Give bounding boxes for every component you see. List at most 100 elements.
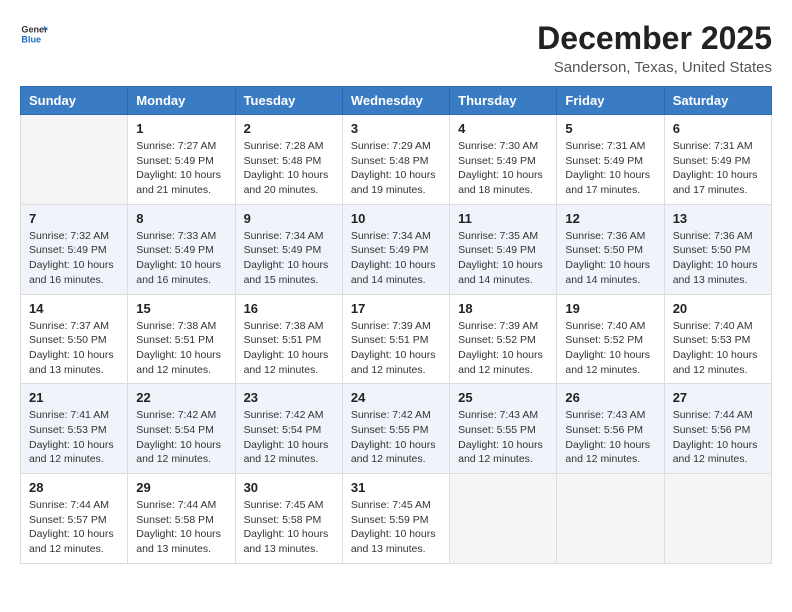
day-number: 24 [351,390,441,405]
page-header: General Blue December 2025 Sanderson, Te… [20,20,772,76]
day-number: 25 [458,390,548,405]
day-cell: 9 Sunrise: 7:34 AM Sunset: 5:49 PM Daylig… [235,204,342,294]
day-number: 5 [565,121,655,136]
day-cell [21,115,128,205]
col-header-tuesday: Tuesday [235,87,342,115]
day-cell: 19 Sunrise: 7:40 AM Sunset: 5:52 PM Dayli… [557,294,664,384]
day-number: 12 [565,211,655,226]
svg-text:Blue: Blue [21,34,41,44]
week-row-1: 1 Sunrise: 7:27 AM Sunset: 5:49 PM Daylig… [21,115,772,205]
calendar-subtitle: Sanderson, Texas, United States [537,59,772,76]
week-row-3: 14Sunrise: 7:37 AM Sunset: 5:50 PM Dayli… [21,294,772,384]
day-number: 9 [244,211,334,226]
day-info: Sunrise: 7:38 AM Sunset: 5:51 PM Dayligh… [136,319,226,378]
day-info: Sunrise: 7:30 AM Sunset: 5:49 PM Dayligh… [458,139,548,198]
day-info: Sunrise: 7:35 AM Sunset: 5:49 PM Dayligh… [458,229,548,288]
day-cell: 28 Sunrise: 7:44 AM Sunset: 5:57 PM Dayli… [21,474,128,564]
day-info: Sunrise: 7:28 AM Sunset: 5:48 PM Dayligh… [244,139,334,198]
day-info: Sunrise: 7:31 AM Sunset: 5:49 PM Dayligh… [565,139,655,198]
day-cell: 30 Sunrise: 7:45 AM Sunset: 5:58 PM Dayli… [235,474,342,564]
day-info: Sunrise: 7:37 AM Sunset: 5:50 PM Dayligh… [29,319,119,378]
day-number: 27 [673,390,763,405]
day-info: Sunrise: 7:39 AM Sunset: 5:52 PM Dayligh… [458,319,548,378]
day-cell: 20 Sunrise: 7:40 AM Sunset: 5:53 PM Dayli… [664,294,771,384]
day-number: 17 [351,301,441,316]
day-number: 22 [136,390,226,405]
day-number: 30 [244,480,334,495]
day-cell [557,474,664,564]
day-number: 31 [351,480,441,495]
header-row: SundayMondayTuesdayWednesdayThursdayFrid… [21,87,772,115]
day-cell: 4 Sunrise: 7:30 AM Sunset: 5:49 PM Daylig… [450,115,557,205]
day-cell: 7 Sunrise: 7:32 AM Sunset: 5:49 PM Daylig… [21,204,128,294]
day-number: 23 [244,390,334,405]
day-cell: 15 Sunrise: 7:38 AM Sunset: 5:51 PM Dayli… [128,294,235,384]
day-info: Sunrise: 7:36 AM Sunset: 5:50 PM Dayligh… [673,229,763,288]
day-number: 7 [29,211,119,226]
day-number: 28 [29,480,119,495]
day-cell: 24Sunrise: 7:42 AM Sunset: 5:55 PM Dayli… [342,384,449,474]
day-number: 16 [244,301,334,316]
day-cell: 8Sunrise: 7:33 AM Sunset: 5:49 PM Daylig… [128,204,235,294]
day-info: Sunrise: 7:27 AM Sunset: 5:49 PM Dayligh… [136,139,226,198]
day-info: Sunrise: 7:42 AM Sunset: 5:54 PM Dayligh… [136,408,226,467]
day-info: Sunrise: 7:29 AM Sunset: 5:48 PM Dayligh… [351,139,441,198]
day-number: 1 [136,121,226,136]
day-number: 11 [458,211,548,226]
day-number: 19 [565,301,655,316]
day-number: 13 [673,211,763,226]
day-info: Sunrise: 7:33 AM Sunset: 5:49 PM Dayligh… [136,229,226,288]
day-info: Sunrise: 7:44 AM Sunset: 5:56 PM Dayligh… [673,408,763,467]
day-info: Sunrise: 7:41 AM Sunset: 5:53 PM Dayligh… [29,408,119,467]
day-cell: 13 Sunrise: 7:36 AM Sunset: 5:50 PM Dayli… [664,204,771,294]
day-cell: 11 Sunrise: 7:35 AM Sunset: 5:49 PM Dayli… [450,204,557,294]
day-number: 3 [351,121,441,136]
title-area: December 2025 Sanderson, Texas, United S… [537,20,772,76]
day-number: 15 [136,301,226,316]
col-header-friday: Friday [557,87,664,115]
day-info: Sunrise: 7:32 AM Sunset: 5:49 PM Dayligh… [29,229,119,288]
day-cell: 27 Sunrise: 7:44 AM Sunset: 5:56 PM Dayli… [664,384,771,474]
calendar-table: SundayMondayTuesdayWednesdayThursdayFrid… [20,86,772,564]
day-cell: 21 Sunrise: 7:41 AM Sunset: 5:53 PM Dayli… [21,384,128,474]
week-row-2: 7 Sunrise: 7:32 AM Sunset: 5:49 PM Daylig… [21,204,772,294]
logo: General Blue [20,20,48,48]
day-number: 21 [29,390,119,405]
day-cell: 22 Sunrise: 7:42 AM Sunset: 5:54 PM Dayli… [128,384,235,474]
week-row-5: 28 Sunrise: 7:44 AM Sunset: 5:57 PM Dayli… [21,474,772,564]
day-info: Sunrise: 7:40 AM Sunset: 5:52 PM Dayligh… [565,319,655,378]
day-info: Sunrise: 7:43 AM Sunset: 5:55 PM Dayligh… [458,408,548,467]
day-cell [664,474,771,564]
day-info: Sunrise: 7:44 AM Sunset: 5:58 PM Dayligh… [136,498,226,557]
day-cell: 3 Sunrise: 7:29 AM Sunset: 5:48 PM Daylig… [342,115,449,205]
day-info: Sunrise: 7:40 AM Sunset: 5:53 PM Dayligh… [673,319,763,378]
day-cell: 23 Sunrise: 7:42 AM Sunset: 5:54 PM Dayli… [235,384,342,474]
col-header-thursday: Thursday [450,87,557,115]
day-number: 6 [673,121,763,136]
col-header-wednesday: Wednesday [342,87,449,115]
day-info: Sunrise: 7:45 AM Sunset: 5:59 PM Dayligh… [351,498,441,557]
day-cell: 16 Sunrise: 7:38 AM Sunset: 5:51 PM Dayli… [235,294,342,384]
logo-icon: General Blue [20,20,48,48]
col-header-sunday: Sunday [21,87,128,115]
day-cell: 18Sunrise: 7:39 AM Sunset: 5:52 PM Dayli… [450,294,557,384]
day-cell: 14Sunrise: 7:37 AM Sunset: 5:50 PM Dayli… [21,294,128,384]
week-row-4: 21 Sunrise: 7:41 AM Sunset: 5:53 PM Dayli… [21,384,772,474]
day-info: Sunrise: 7:44 AM Sunset: 5:57 PM Dayligh… [29,498,119,557]
day-number: 20 [673,301,763,316]
day-info: Sunrise: 7:42 AM Sunset: 5:54 PM Dayligh… [244,408,334,467]
day-info: Sunrise: 7:38 AM Sunset: 5:51 PM Dayligh… [244,319,334,378]
day-cell: 10Sunrise: 7:34 AM Sunset: 5:49 PM Dayli… [342,204,449,294]
day-info: Sunrise: 7:31 AM Sunset: 5:49 PM Dayligh… [673,139,763,198]
day-info: Sunrise: 7:34 AM Sunset: 5:49 PM Dayligh… [244,229,334,288]
day-cell: 6 Sunrise: 7:31 AM Sunset: 5:49 PM Daylig… [664,115,771,205]
day-number: 4 [458,121,548,136]
day-cell: 5 Sunrise: 7:31 AM Sunset: 5:49 PM Daylig… [557,115,664,205]
calendar-title: December 2025 [537,20,772,57]
day-info: Sunrise: 7:45 AM Sunset: 5:58 PM Dayligh… [244,498,334,557]
day-info: Sunrise: 7:34 AM Sunset: 5:49 PM Dayligh… [351,229,441,288]
day-cell: 1 Sunrise: 7:27 AM Sunset: 5:49 PM Daylig… [128,115,235,205]
day-cell: 29 Sunrise: 7:44 AM Sunset: 5:58 PM Dayli… [128,474,235,564]
day-number: 29 [136,480,226,495]
day-cell: 17Sunrise: 7:39 AM Sunset: 5:51 PM Dayli… [342,294,449,384]
